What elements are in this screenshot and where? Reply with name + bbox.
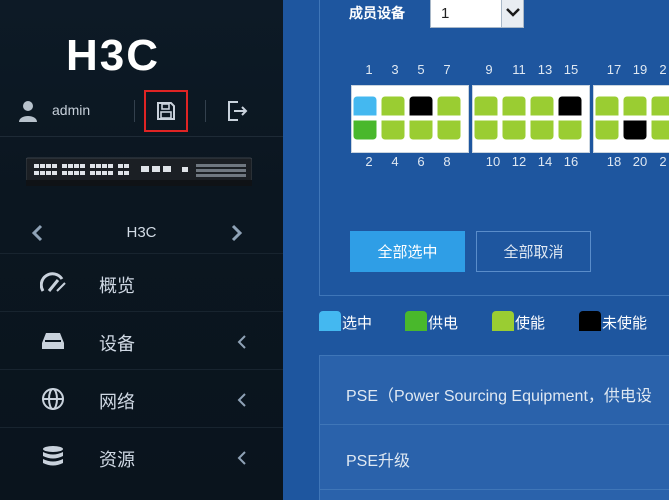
sidebar: H3C admin H3C 概览 设备 网络 资源 <box>0 0 283 500</box>
globe-icon <box>42 388 64 410</box>
port-18[interactable] <box>594 119 620 141</box>
floppy-disk-icon <box>157 102 175 120</box>
port-number: 9 <box>485 62 493 77</box>
port-number: 1 <box>365 62 373 77</box>
port-number: 6 <box>417 154 425 169</box>
switch-device-image <box>26 157 252 186</box>
save-config-button[interactable] <box>144 90 188 132</box>
port-8[interactable] <box>436 119 462 141</box>
port-number: 2 <box>659 154 667 169</box>
port-3[interactable] <box>380 95 406 117</box>
port-4[interactable] <box>380 119 406 141</box>
main-content: 成员设备 1 1 3 5 7 9 11 13 15 17 19 2 2 4 6 … <box>283 0 669 500</box>
port-number: 12 <box>511 154 527 169</box>
legend-label: 选中 <box>342 315 373 332</box>
port-22[interactable] <box>650 119 669 141</box>
divider <box>134 100 135 122</box>
port-21[interactable] <box>650 95 669 117</box>
port-number: 16 <box>563 154 579 169</box>
port-swatch-icon <box>579 311 601 331</box>
select-all-button[interactable]: 全部选中 <box>350 231 465 272</box>
port-17[interactable] <box>594 95 620 117</box>
pse-description[interactable]: PSE（Power Sourcing Equipment，供电设 <box>346 382 652 406</box>
port-12[interactable] <box>501 119 527 141</box>
info-panel: PSE（Power Sourcing Equipment，供电设 PSE升级 <box>319 355 669 500</box>
port-swatch-icon <box>319 311 341 331</box>
port-11[interactable] <box>501 95 527 117</box>
chevron-left-icon <box>237 451 246 465</box>
port-swatch-icon <box>405 311 427 331</box>
port-number: 4 <box>391 154 399 169</box>
port-grid <box>473 95 583 141</box>
chevron-right-icon[interactable] <box>230 224 244 242</box>
database-icon <box>43 446 63 466</box>
port-number: 15 <box>563 62 579 77</box>
chevron-left-icon <box>237 393 246 407</box>
gauge-icon <box>40 272 66 292</box>
port-number: 20 <box>632 154 648 169</box>
port-number: 2 <box>659 62 667 77</box>
port-group <box>593 85 669 153</box>
menu-item-resources[interactable]: 资源 <box>0 427 283 485</box>
menu-item-label: 设备 <box>99 334 135 354</box>
divider <box>320 424 669 425</box>
port-number: 3 <box>391 62 399 77</box>
username: admin <box>52 102 91 118</box>
port-13[interactable] <box>529 95 555 117</box>
legend-label: 供电 <box>428 315 459 332</box>
divider <box>205 100 206 122</box>
divider <box>320 489 669 490</box>
port-16[interactable] <box>557 119 583 141</box>
port-10[interactable] <box>473 119 499 141</box>
menu-item-label: 概览 <box>99 276 135 296</box>
port-20[interactable] <box>622 119 648 141</box>
user-bar: admin <box>0 86 283 136</box>
port-group <box>351 85 469 153</box>
menu-item-label: 网络 <box>99 392 135 412</box>
divider <box>0 136 283 137</box>
port-number: 5 <box>417 62 425 77</box>
user-icon <box>19 101 37 122</box>
port-number: 10 <box>485 154 501 169</box>
port-group <box>472 85 590 153</box>
port-9[interactable] <box>473 95 499 117</box>
menu-item-overview[interactable]: 概览 <box>0 253 283 311</box>
h3c-logo: H3C <box>66 34 160 74</box>
port-number: 2 <box>365 154 373 169</box>
legend-label: 未使能 <box>602 315 648 332</box>
menu-item-label: 资源 <box>99 450 135 470</box>
port-19[interactable] <box>622 95 648 117</box>
port-7[interactable] <box>436 95 462 117</box>
port-6[interactable] <box>408 119 434 141</box>
port-number: 17 <box>606 62 622 77</box>
hard-drive-icon <box>42 333 64 349</box>
port-number: 7 <box>443 62 451 77</box>
port-number: 8 <box>443 154 451 169</box>
port-grid <box>594 95 669 141</box>
port-swatch-icon <box>492 311 514 331</box>
port-number: 13 <box>537 62 553 77</box>
pse-upgrade-item[interactable]: PSE升级 <box>346 447 410 471</box>
port-2[interactable] <box>352 119 378 141</box>
port-number: 14 <box>537 154 553 169</box>
port-number: 11 <box>512 62 526 77</box>
port-number: 19 <box>632 62 648 77</box>
chevron-left-icon <box>237 335 246 349</box>
port-grid <box>352 95 462 141</box>
port-number: 18 <box>606 154 622 169</box>
svg-text:H3C: H3C <box>66 34 160 74</box>
menu-item-device[interactable]: 设备 <box>0 311 283 369</box>
menu-item-network[interactable]: 网络 <box>0 369 283 427</box>
port-14[interactable] <box>529 119 555 141</box>
logout-icon[interactable] <box>226 100 248 122</box>
device-switcher: H3C <box>0 218 283 248</box>
port-15[interactable] <box>557 95 583 117</box>
port-5[interactable] <box>408 95 434 117</box>
deselect-all-button[interactable]: 全部取消 <box>476 231 591 272</box>
legend-label: 使能 <box>515 315 546 332</box>
port-1[interactable] <box>352 95 378 117</box>
